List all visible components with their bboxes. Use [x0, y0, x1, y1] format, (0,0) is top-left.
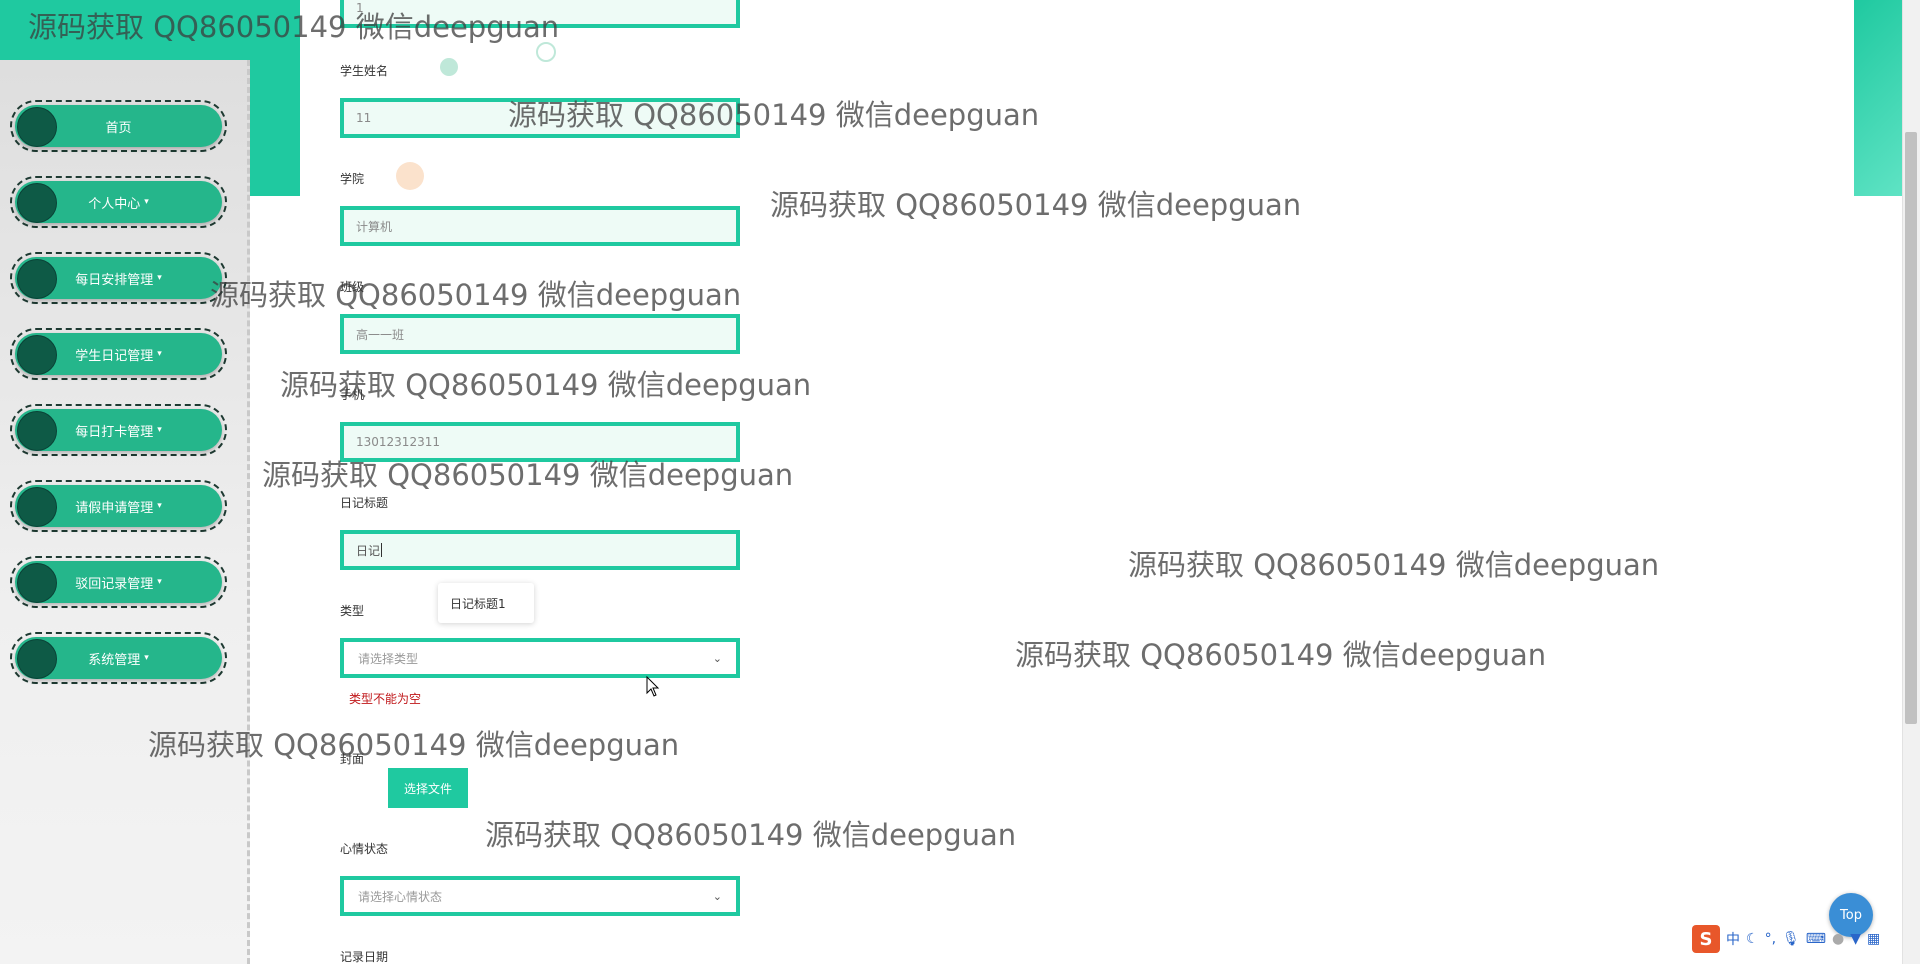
- sidebar-item-system[interactable]: 系统管理 ▾: [10, 632, 227, 684]
- watermark: 源码获取 QQ86050149 微信deepguan: [210, 278, 742, 312]
- sidebar-item-label: 系统管理: [88, 652, 141, 668]
- chevron-down-icon: ⌄: [712, 889, 722, 903]
- sidebar-item-leave-request[interactable]: 请假申请管理 ▾: [10, 480, 227, 532]
- header-right-band: [1854, 0, 1902, 196]
- caret-down-icon: ▾: [157, 577, 162, 587]
- caret-down-icon: ▾: [157, 349, 162, 359]
- chevron-down-icon: ⌄: [712, 651, 722, 665]
- diary-title-label: 日记标题: [340, 496, 389, 510]
- diary-title-field[interactable]: 日记: [340, 530, 740, 570]
- mood-placeholder: 请选择心情状态: [358, 889, 443, 904]
- ime-logo-icon[interactable]: S: [1692, 925, 1720, 953]
- college-field[interactable]: 计算机: [340, 206, 740, 246]
- type-select[interactable]: 请选择类型 ⌄: [340, 638, 740, 678]
- sidebar-item-label: 学生日记管理: [75, 348, 154, 364]
- caret-down-icon: ▾: [157, 273, 162, 283]
- decor-circle: [396, 162, 424, 190]
- sidebar-item-personal-center[interactable]: 个人中心 ▾: [10, 176, 227, 228]
- mic-icon[interactable]: 🎙︎: [1782, 931, 1800, 947]
- user-icon[interactable]: ●: [1832, 931, 1844, 947]
- type-error: 类型不能为空: [349, 692, 422, 706]
- scrollbar-thumb[interactable]: [1905, 132, 1917, 724]
- class-field[interactable]: 高一一班: [340, 314, 740, 354]
- caret-down-icon: ▾: [144, 197, 149, 207]
- caret-down-icon: ▾: [144, 653, 149, 663]
- sidebar-item-home[interactable]: 首页: [10, 100, 227, 152]
- nav-dot-icon: [17, 487, 57, 527]
- record-date-label: 记录日期: [340, 950, 389, 964]
- nav-dot-icon: [17, 411, 57, 451]
- sidebar-item-label: 每日安排管理: [75, 272, 154, 288]
- sidebar-item-daily-checkin[interactable]: 每日打卡管理 ▾: [10, 404, 227, 456]
- watermark: 源码获取 QQ86050149 微信deepguan: [28, 10, 560, 44]
- watermark: 源码获取 QQ86050149 微信deepguan: [1015, 638, 1547, 672]
- caret-down-icon: ▾: [157, 501, 162, 511]
- sidebar-item-label: 首页: [105, 120, 132, 136]
- sidebar-item-label: 请假申请管理: [75, 500, 154, 516]
- nav-dot-icon: [17, 183, 57, 223]
- ime-toolbar: S 中 ☾ °, 🎙︎ ⌨ ● ▼ ▦: [1692, 924, 1918, 954]
- ime-mode[interactable]: 中: [1726, 929, 1740, 949]
- choose-file-button[interactable]: 选择文件: [388, 768, 468, 808]
- sidebar-item-daily-schedule[interactable]: 每日安排管理 ▾: [10, 252, 227, 304]
- sidebar-item-label: 驳回记录管理: [75, 576, 154, 592]
- autocomplete-suggestion[interactable]: 日记标题1: [438, 583, 534, 623]
- mood-select[interactable]: 请选择心情状态 ⌄: [340, 876, 740, 916]
- sidebar: 首页 个人中心 ▾ 每日安排管理 ▾ 学生日记管理 ▾ 每日打卡管理 ▾ 请假申请管理 ▾…: [0, 60, 250, 964]
- watermark: 源码获取 QQ86050149 微信deepguan: [508, 98, 1040, 132]
- autocomplete-suggestion-label: 日记标题1: [450, 596, 506, 611]
- type-placeholder: 请选择类型: [358, 651, 419, 666]
- grid-icon[interactable]: ▦: [1867, 931, 1880, 947]
- watermark: 源码获取 QQ86050149 微信deepguan: [485, 818, 1017, 852]
- type-label: 类型: [340, 604, 365, 618]
- nav-dot-icon: [17, 639, 57, 679]
- sidebar-item-student-diary[interactable]: 学生日记管理 ▾: [10, 328, 227, 380]
- punct-icon[interactable]: °,: [1765, 931, 1776, 947]
- caret-down-icon: ▾: [157, 425, 162, 435]
- watermark: 源码获取 QQ86050149 微信deepguan: [280, 368, 812, 402]
- nav-dot-icon: [17, 563, 57, 603]
- nav-dot-icon: [17, 107, 57, 147]
- watermark: 源码获取 QQ86050149 微信deepguan: [770, 188, 1302, 222]
- sidebar-item-label: 每日打卡管理: [75, 424, 154, 440]
- student-name-value: 11: [356, 111, 372, 125]
- college-label: 学院: [340, 172, 365, 186]
- nav-dot-icon: [17, 259, 57, 299]
- watermark: 源码获取 QQ86050149 微信deepguan: [262, 458, 794, 492]
- watermark: 源码获取 QQ86050149 微信deepguan: [148, 728, 680, 762]
- decor-circle: [440, 58, 458, 76]
- sidebar-item-rejection-records[interactable]: 驳回记录管理 ▾: [10, 556, 227, 608]
- phone-value: 13012312311: [356, 435, 440, 449]
- shirt-icon[interactable]: ▼: [1850, 931, 1861, 947]
- moon-icon[interactable]: ☾: [1746, 931, 1759, 947]
- college-value: 计算机: [356, 219, 393, 234]
- keyboard-icon[interactable]: ⌨: [1806, 931, 1826, 947]
- class-value: 高一一班: [356, 327, 405, 342]
- nav-dot-icon: [17, 335, 57, 375]
- mood-label: 心情状态: [340, 842, 389, 856]
- diary-title-value: 日记: [356, 543, 381, 558]
- mouse-pointer-icon: [646, 676, 660, 697]
- watermark: 源码获取 QQ86050149 微信deepguan: [1128, 548, 1660, 582]
- sidebar-item-label: 个人中心: [88, 196, 141, 212]
- student-name-label: 学生姓名: [340, 64, 389, 78]
